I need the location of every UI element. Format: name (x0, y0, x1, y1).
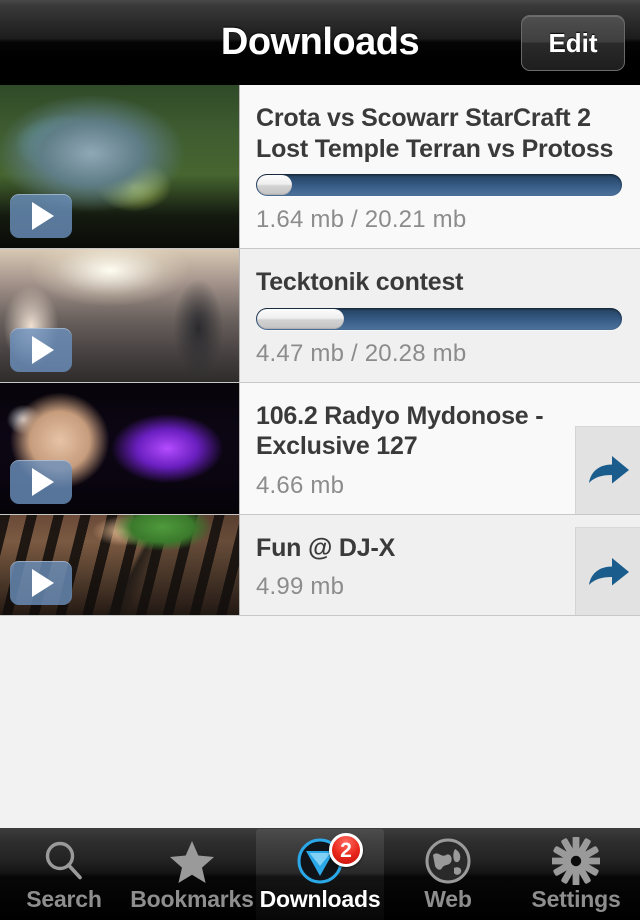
play-triangle-icon (32, 335, 54, 364)
tab-downloads[interactable]: 2 Downloads (256, 829, 384, 920)
play-triangle-icon (32, 569, 54, 597)
tab-bar: Search Bookmarks 2 Downloads Web Settings (0, 828, 640, 920)
progress-fill (257, 175, 293, 195)
tab-badge: 2 (329, 833, 363, 867)
download-size-label: 1.64 mb / 20.21 mb (256, 206, 467, 233)
tab-web[interactable]: Web (384, 829, 512, 920)
download-title: Tecktonik contest (256, 268, 464, 296)
tab-bookmarks[interactable]: Bookmarks (128, 829, 256, 920)
tab-settings[interactable]: Settings (512, 829, 640, 920)
play-triangle-icon (32, 467, 54, 496)
play-icon[interactable] (10, 459, 72, 504)
download-details: Tecktonik contest 4.47 mb / 20.28 mb (240, 249, 640, 382)
download-row[interactable]: Fun @ DJ-X 4.99 mb (0, 514, 640, 616)
star-icon (168, 837, 216, 885)
play-icon[interactable] (10, 327, 72, 372)
share-arrow-icon (589, 456, 629, 484)
video-thumbnail[interactable] (0, 85, 240, 248)
navigation-bar: Downloads Edit (0, 0, 640, 85)
share-button[interactable] (575, 527, 640, 615)
progress-bar-wrapper (256, 307, 624, 330)
download-title: Crota vs Scowarr StarCraft 2 Lost Temple… (256, 104, 614, 163)
edit-button[interactable]: Edit (521, 15, 625, 71)
downloads-list[interactable]: Crota vs Scowarr StarCraft 2 Lost Temple… (0, 85, 640, 828)
download-details: Crota vs Scowarr StarCraft 2 Lost Temple… (240, 85, 640, 248)
search-icon (41, 837, 87, 885)
download-progress-bar (256, 307, 622, 330)
download-row[interactable]: Tecktonik contest 4.47 mb / 20.28 mb (0, 249, 640, 383)
tab-label: Bookmarks (130, 886, 254, 912)
video-thumbnail[interactable] (0, 514, 240, 615)
video-thumbnail[interactable] (0, 249, 240, 382)
play-icon[interactable] (10, 561, 72, 605)
download-details: Fun @ DJ-X 4.99 mb (240, 515, 640, 615)
download-title: 106.2 Radyo Mydonose - Exclusive 127 (256, 401, 544, 461)
play-icon[interactable] (10, 194, 72, 238)
download-size-label: 4.99 mb (256, 573, 345, 600)
globe-icon (424, 837, 472, 885)
download-row[interactable]: Crota vs Scowarr StarCraft 2 Lost Temple… (0, 85, 640, 249)
download-icon: 2 (295, 833, 363, 885)
download-size-label: 4.47 mb / 20.28 mb (256, 339, 467, 367)
share-button[interactable] (575, 425, 640, 514)
download-progress-bar (256, 174, 622, 196)
play-triangle-icon (32, 202, 54, 230)
share-arrow-icon (589, 557, 629, 585)
tab-search[interactable]: Search (0, 829, 128, 920)
progress-bar-wrapper (256, 174, 624, 196)
tab-label: Settings (531, 886, 621, 912)
gear-icon (552, 837, 600, 885)
tab-label: Search (26, 886, 102, 912)
app-screen: Downloads Edit Crota vs Scowarr StarCraf… (0, 0, 640, 920)
video-thumbnail[interactable] (0, 382, 240, 514)
download-size-label: 4.66 mb (256, 471, 345, 499)
tab-label: Downloads (259, 886, 381, 912)
download-details: 106.2 Radyo Mydonose - Exclusive 127 4.66… (240, 383, 640, 514)
progress-fill (257, 308, 344, 329)
download-title: Fun @ DJ-X (256, 533, 396, 562)
download-row[interactable]: 106.2 Radyo Mydonose - Exclusive 127 4.66… (0, 382, 640, 515)
tab-label: Web (424, 886, 472, 912)
